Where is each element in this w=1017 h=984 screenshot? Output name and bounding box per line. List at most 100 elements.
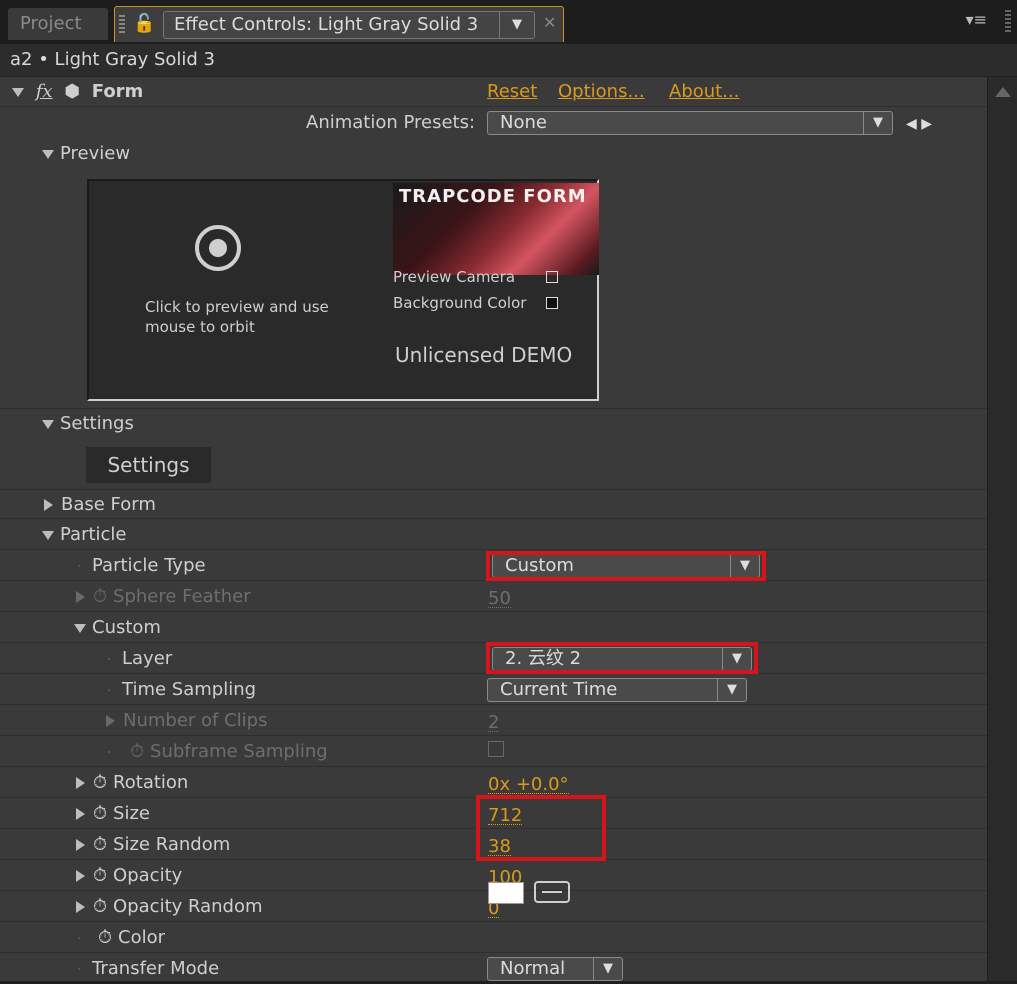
number-of-clips-label: Number of Clips — [123, 710, 268, 731]
collapse-triangle-icon — [42, 419, 54, 429]
color-label: Color — [118, 927, 166, 948]
expand-triangle-icon — [76, 591, 85, 603]
settings-section-header[interactable]: Settings — [0, 408, 987, 438]
stopwatch-icon: ⏱ — [93, 586, 108, 607]
tab-effect-controls[interactable]: 🔓 Effect Controls: Light Gray Solid 3 ▼ … — [114, 6, 564, 42]
layer-header: a2 • Light Gray Solid 3 — [0, 44, 1017, 77]
chevron-down-icon: ▼ — [863, 112, 892, 134]
background-color-checkbox[interactable] — [546, 297, 558, 309]
size-random-label: Size Random — [113, 834, 231, 855]
expand-triangle-icon[interactable] — [76, 839, 85, 851]
transfer-mode-select[interactable]: Normal ▼ — [487, 957, 623, 981]
collapse-triangle-icon[interactable] — [12, 87, 24, 97]
stopwatch-icon[interactable]: ⏱ — [98, 923, 112, 953]
highlight-box — [486, 551, 766, 581]
close-icon[interactable]: ✕ — [543, 13, 556, 32]
eyedropper-icon[interactable] — [534, 881, 570, 903]
tab-project[interactable]: Project — [8, 8, 108, 40]
stopwatch-icon[interactable]: ⏱ — [93, 799, 107, 829]
number-of-clips-row: Number of Clips 2 — [0, 706, 987, 736]
preview-hint: Click to preview and use mouse to orbit — [145, 298, 329, 336]
expand-triangle-icon — [44, 499, 53, 511]
chevron-down-icon: ▼ — [717, 679, 746, 701]
stopwatch-icon[interactable]: ⏱ — [93, 830, 107, 860]
drag-grip-icon[interactable] — [1005, 10, 1011, 34]
size-label: Size — [113, 803, 150, 824]
stopwatch-icon[interactable]: ⏱ — [93, 768, 107, 798]
preset-prev-next-icon[interactable]: ◀ ▶ — [906, 116, 932, 132]
sphere-feather-row: ⏱ Sphere Feather 50 — [0, 582, 987, 612]
stopwatch-icon[interactable]: ⏱ — [93, 892, 107, 922]
base-form-row[interactable]: Base Form — [0, 489, 987, 519]
subframe-sampling-checkbox — [488, 741, 504, 757]
background-color-label: Background Color — [393, 294, 527, 312]
settings-section-label: Settings — [60, 413, 134, 434]
preview-camera-label: Preview Camera — [393, 268, 516, 286]
color-row: ⏱ Color — [0, 923, 987, 953]
effect-controls-panel: a2 • Light Gray Solid 3 fx ⬢ Form Reset … — [0, 44, 1017, 981]
tab-effect-title: Effect Controls: Light Gray Solid 3 — [174, 14, 479, 35]
options-link[interactable]: Options... — [558, 77, 645, 107]
particle-section-label: Particle — [60, 524, 127, 545]
preview-camera-checkbox[interactable] — [546, 271, 558, 283]
scroll-up-arrow-icon[interactable] — [995, 87, 1011, 97]
panel-tab-bar: Project 🔓 Effect Controls: Light Gray So… — [0, 0, 1017, 44]
time-sampling-row: Time Sampling Current Time ▼ — [0, 675, 987, 705]
stopwatch-icon[interactable]: ⏱ — [93, 861, 107, 891]
drag-grip-icon[interactable] — [119, 15, 125, 35]
preview-viewport[interactable]: Click to preview and use mouse to orbit … — [87, 179, 599, 401]
chevron-down-icon: ▼ — [593, 958, 622, 980]
particle-section-header[interactable]: Particle — [0, 520, 987, 550]
stopwatch-icon: ⏱ — [130, 741, 145, 762]
effect-row-form: fx ⬢ Form Reset Options... About... — [0, 77, 987, 107]
highlight-box — [486, 642, 758, 674]
lock-icon[interactable]: 🔓 — [133, 13, 155, 35]
effect-controls-layer-select[interactable]: Effect Controls: Light Gray Solid 3 ▼ — [163, 11, 535, 39]
animation-presets-value: None — [500, 112, 547, 133]
time-sampling-value: Current Time — [500, 679, 618, 700]
base-form-label: Base Form — [61, 494, 156, 515]
subframe-sampling-label: Subframe Sampling — [150, 741, 328, 762]
collapse-triangle-icon — [74, 623, 86, 633]
layer-label: Layer — [122, 648, 173, 669]
animation-presets-select[interactable]: None ▼ — [487, 111, 893, 135]
fx-icon[interactable]: fx — [36, 81, 53, 102]
expand-triangle-icon[interactable] — [76, 901, 85, 913]
sphere-feather-label: Sphere Feather — [113, 586, 251, 607]
rotation-value[interactable]: 0x +0.0° — [488, 771, 569, 795]
custom-section-label: Custom — [92, 617, 161, 638]
number-of-clips-value: 2 — [488, 709, 500, 733]
particle-type-label: Particle Type — [92, 555, 206, 576]
time-sampling-select[interactable]: Current Time ▼ — [487, 678, 747, 702]
reset-link[interactable]: Reset — [487, 77, 537, 107]
chevron-down-icon[interactable]: ▼ — [499, 12, 534, 38]
effect-name: Form — [91, 81, 144, 102]
logo-text: TRAPCODE FORM — [399, 186, 587, 207]
vertical-scrollbar[interactable] — [987, 77, 1017, 981]
expand-triangle-icon[interactable] — [76, 808, 85, 820]
panel-menu-icon[interactable]: ▾≡ — [966, 10, 987, 29]
custom-section-header[interactable]: Custom — [0, 613, 987, 643]
settings-button[interactable]: Settings — [86, 447, 211, 483]
animation-presets-label: Animation Presets: — [306, 112, 476, 133]
animation-presets-row: Animation Presets: None ▼ — [0, 108, 987, 138]
opacity-label: Opacity — [113, 865, 183, 886]
time-sampling-label: Time Sampling — [122, 679, 257, 700]
opacity-random-label: Opacity Random — [113, 896, 263, 917]
expand-triangle-icon — [106, 715, 115, 727]
layer-header-text: a2 • Light Gray Solid 3 — [10, 49, 215, 70]
plugin-cube-icon: ⬢ — [64, 81, 81, 102]
trapcode-form-logo: TRAPCODE FORM — [393, 183, 599, 275]
rotation-row: ⏱ Rotation 0x +0.0° — [0, 768, 987, 798]
collapse-triangle-icon — [42, 530, 54, 540]
highlight-box — [476, 795, 606, 861]
expand-triangle-icon[interactable] — [76, 777, 85, 789]
collapse-triangle-icon — [42, 149, 54, 159]
unlicensed-demo-text: Unlicensed DEMO — [395, 343, 573, 367]
about-link[interactable]: About... — [669, 77, 739, 107]
sphere-feather-value: 50 — [488, 585, 511, 609]
preview-section-label: Preview — [60, 143, 131, 164]
expand-triangle-icon[interactable] — [76, 870, 85, 882]
preview-section-header[interactable]: Preview — [0, 139, 987, 169]
color-swatch[interactable] — [488, 882, 524, 904]
